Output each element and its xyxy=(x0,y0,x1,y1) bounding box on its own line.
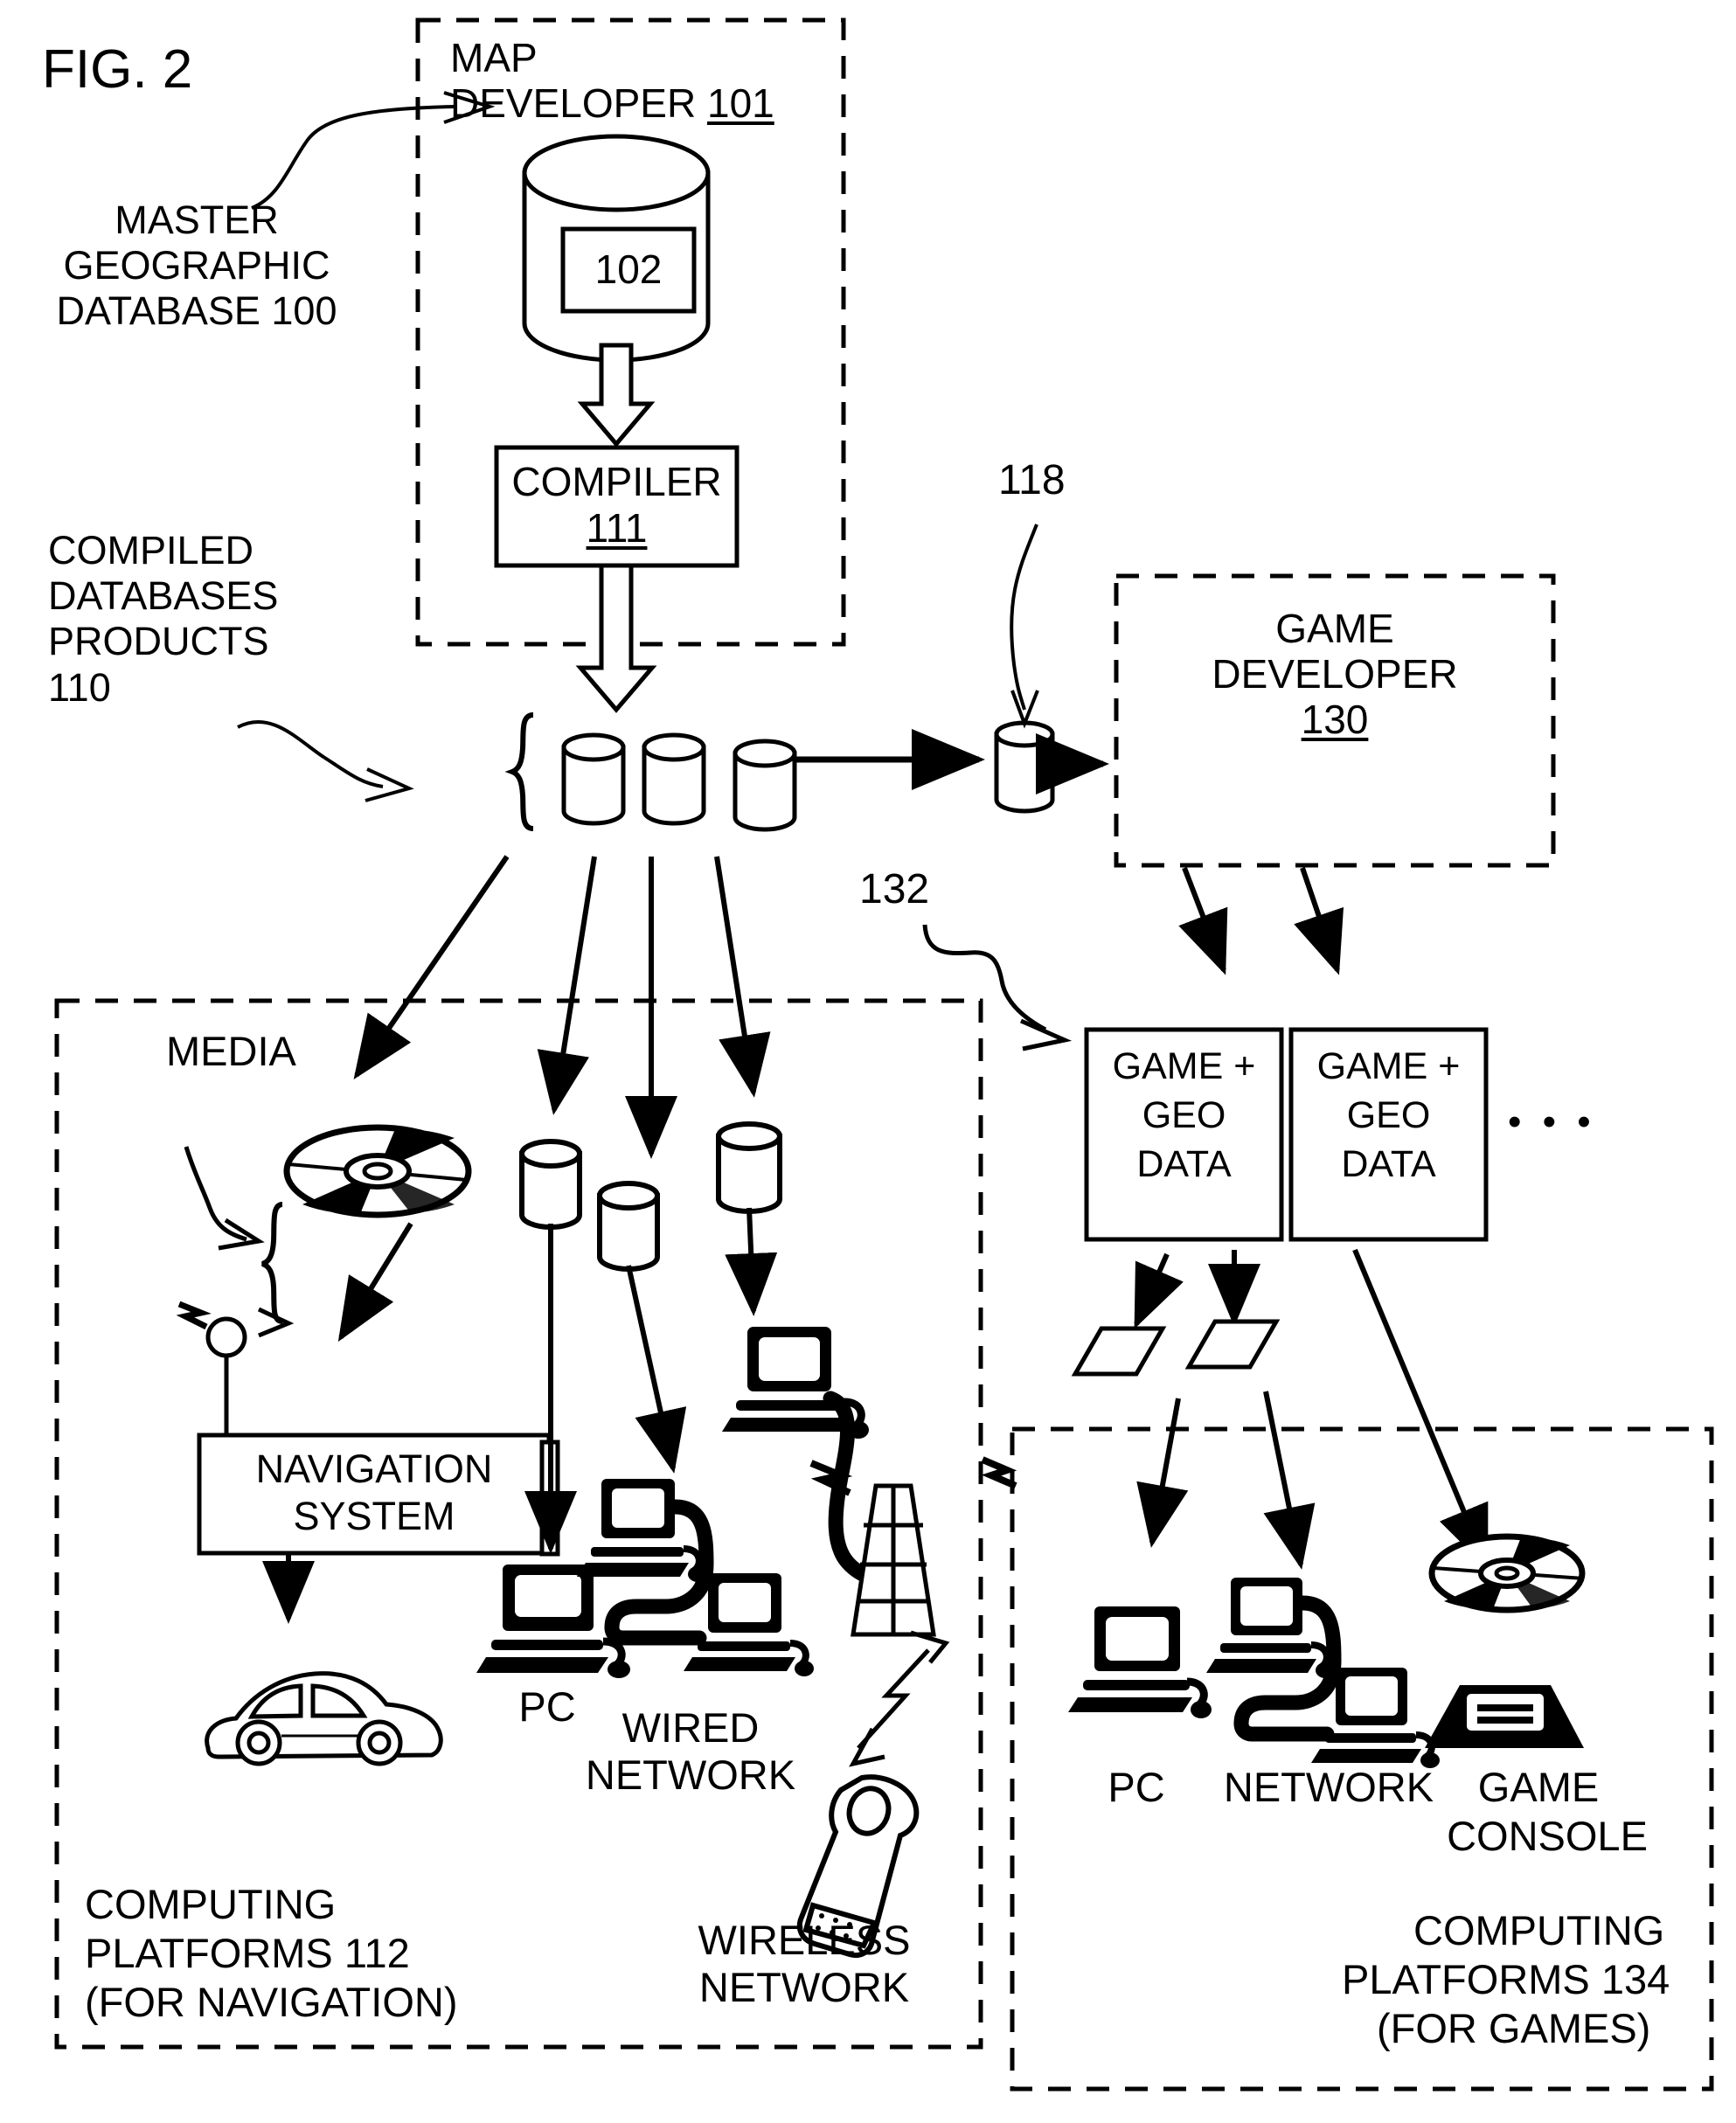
game-cd-disc xyxy=(1428,1533,1586,1613)
wired-network-line1: WIRED xyxy=(621,1704,760,1751)
media-brace xyxy=(260,1202,283,1324)
game-geo-box-2-line1: GAME + xyxy=(1316,1045,1461,1087)
game-geo-box-1-line2: GEO xyxy=(1142,1094,1226,1136)
game-media-parallelogram-1 xyxy=(1071,1326,1167,1377)
database-102-label: 102 xyxy=(594,246,663,292)
media1-to-game-pc-arrow xyxy=(1136,1398,1189,1548)
ref-132-leader xyxy=(922,924,1047,1032)
navigation-system-line1: NAVIGATION xyxy=(255,1447,493,1491)
game-geo-box-1-line1: GAME + xyxy=(1112,1045,1256,1087)
game-pc-icon xyxy=(1068,1606,1212,1718)
game-dev-to-box1-arrow xyxy=(1178,866,1228,975)
arrow-to-nav-cylinder-c xyxy=(714,856,771,1098)
compiler-label: COMPILER xyxy=(511,459,722,504)
disc-to-nav-system-arrow xyxy=(337,1222,413,1342)
map-developer-title-line2: DEVELOPER 101 xyxy=(450,80,774,127)
compiled-products-annotation: COMPILED DATABASES PRODUCTS 110 xyxy=(48,528,279,710)
game-dev-to-box2-arrow xyxy=(1294,867,1344,975)
geo-box-to-disc-arrow xyxy=(1352,1248,1489,1570)
navigation-system-line2: SYSTEM xyxy=(293,1494,455,1538)
game-network-label: NETWORK xyxy=(1223,1764,1434,1810)
wireless-network-line2: NETWORK xyxy=(698,1964,910,2010)
car-icon xyxy=(205,1671,443,1766)
nav-media-cylinder-2 xyxy=(597,1181,660,1272)
nav-media-cylinder-3 xyxy=(716,1121,782,1214)
master-db-leader xyxy=(251,105,455,210)
nav-platforms-caption-line3: (FOR NAVIGATION) xyxy=(85,1979,458,2025)
game-developer-title-line2: DEVELOPER xyxy=(1212,651,1458,697)
master-database-annotation: MASTER GEOGRAPHIC DATABASE 100 xyxy=(56,198,337,334)
game-platforms-caption-line2: PLATFORMS 134 xyxy=(1342,1956,1670,2002)
wireless-network-line1: WIRELESS xyxy=(698,1917,911,1963)
game-platforms-caption-line3: (FOR GAMES) xyxy=(1377,2005,1651,2051)
cell-tower-icon xyxy=(851,1483,936,1637)
cylinder2-to-wired-arrow xyxy=(626,1265,687,1474)
ref-132-label: 132 xyxy=(859,866,930,912)
compiled-products-brace xyxy=(504,712,534,831)
database-118-cylinder xyxy=(994,720,1055,814)
media-label: MEDIA xyxy=(166,1028,296,1074)
ref-118-label: 118 xyxy=(998,457,1066,503)
nav-platforms-caption-line2: PLATFORMS 112 xyxy=(85,1930,410,1976)
game-console-label-line2: CONSOLE xyxy=(1447,1813,1648,1859)
arrow-to-nav-cylinder-a xyxy=(537,856,597,1115)
game-geo-box-2-line3: DATA xyxy=(1341,1143,1436,1185)
game-media-parallelogram-2 xyxy=(1184,1319,1281,1370)
figure-label: FIG. 2 xyxy=(42,39,193,100)
game-pc-label: PC xyxy=(1108,1764,1165,1810)
ref-118-leader xyxy=(1010,524,1038,711)
map-developer-title-line1: MAP xyxy=(450,35,538,80)
map-developer-title-text: DEVELOPER xyxy=(450,80,707,126)
nav-media-cylinder-1 xyxy=(519,1139,582,1230)
game-geo-box-1-line3: DATA xyxy=(1136,1143,1232,1185)
compiler-ref: 111 xyxy=(586,505,648,551)
game-geo-ellipsis: • • • xyxy=(1508,1100,1596,1143)
game-developer-title-line1: GAME xyxy=(1275,606,1394,651)
arrow-to-media-disc xyxy=(353,855,510,1079)
game-network-pc-top xyxy=(1206,1578,1335,1678)
compiler-to-products-arrow xyxy=(575,563,657,713)
nav-platforms-caption-line1: COMPUTING xyxy=(85,1881,337,1927)
wired-network-line2: NETWORK xyxy=(585,1752,796,1798)
compiled-products-leader xyxy=(237,720,384,788)
map-developer-ref: 101 xyxy=(707,80,774,126)
geo-box-to-media1-arrow xyxy=(1134,1252,1184,1329)
game-platforms-caption-line1: COMPUTING xyxy=(1413,1907,1665,1953)
compiled-database-cylinder-1 xyxy=(561,732,626,826)
media2-to-game-network-arrow xyxy=(1263,1391,1316,1570)
cylinder3-to-wireless-arrow xyxy=(725,1207,778,1316)
compiled-database-cylinder-3 xyxy=(733,739,797,832)
game-developer-ref: 130 xyxy=(1301,697,1369,742)
compiled-database-cylinder-2 xyxy=(642,732,706,826)
wired-network-pc-top xyxy=(577,1479,707,1582)
patent-figure-canvas: FIG. 2 MASTER GEOGRAPHIC DATABASE 100 COMP… xyxy=(0,0,1736,2123)
antenna-signal-icon xyxy=(176,1301,212,1330)
antenna-icon xyxy=(205,1316,247,1438)
game-console-label-line1: GAME xyxy=(1477,1764,1600,1810)
navigation-cd-disc xyxy=(283,1124,472,1218)
game-geo-box-2-line2: GEO xyxy=(1346,1094,1431,1136)
game-console-icon xyxy=(1425,1685,1584,1748)
